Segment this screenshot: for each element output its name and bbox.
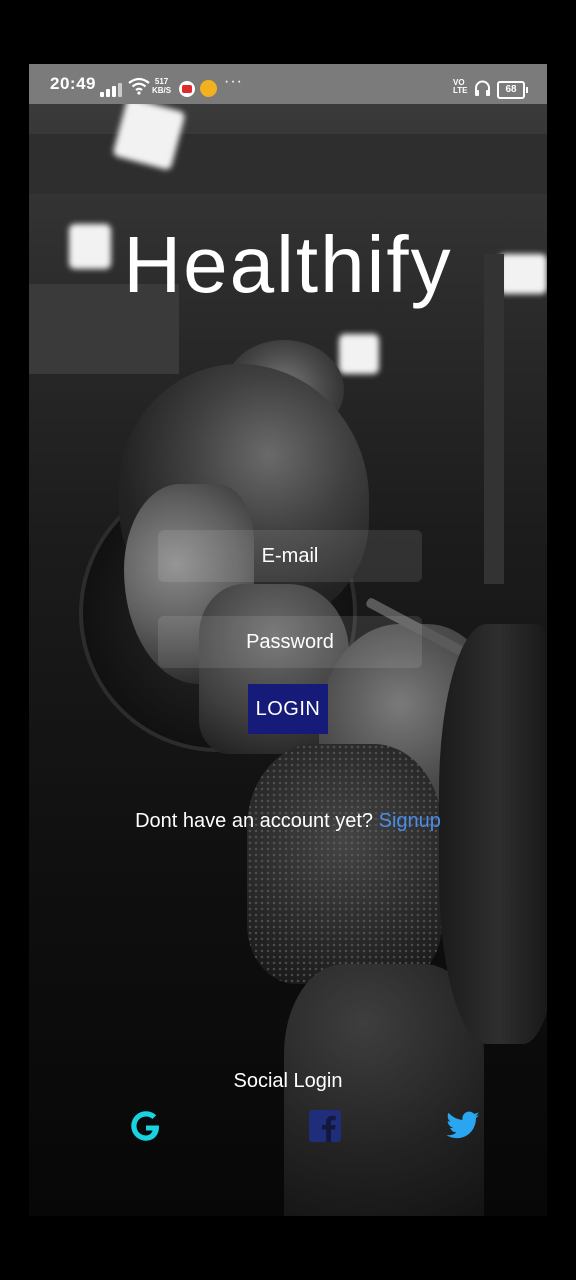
battery-indicator: 68 xyxy=(497,81,528,99)
more-notifications-icon: ··· xyxy=(224,73,243,90)
twitter-icon[interactable] xyxy=(445,1108,481,1144)
password-field[interactable] xyxy=(158,616,422,668)
net-speed-unit: KB/S xyxy=(152,86,172,95)
status-bar: 20:49 517 KB/S ··· VO LTE 68 xyxy=(29,64,547,104)
login-button[interactable]: LOGIN xyxy=(248,684,328,734)
net-speed: 517 KB/S xyxy=(152,77,171,95)
signup-prompt-row: Dont have an account yet? Signup xyxy=(29,810,547,833)
signup-link[interactable]: Signup xyxy=(379,810,441,832)
google-icon[interactable] xyxy=(128,1108,164,1144)
net-speed-value: 517 xyxy=(154,77,169,86)
phone-screen: 20:49 517 KB/S ··· VO LTE 68 Healthify E… xyxy=(29,64,547,1216)
signup-prompt: Dont have an account yet? xyxy=(135,810,374,832)
status-time: 20:49 xyxy=(50,74,96,93)
headphones-icon xyxy=(475,80,490,96)
app-title: Healthify xyxy=(123,220,453,309)
youtube-notification-icon xyxy=(179,81,195,97)
volte-indicator: VO LTE xyxy=(453,79,468,95)
social-login-label: Social Login xyxy=(233,1070,343,1092)
facebook-icon[interactable] xyxy=(307,1108,343,1144)
volte-bottom: LTE xyxy=(453,86,468,95)
email-field[interactable] xyxy=(158,530,422,582)
signal-icon xyxy=(100,81,122,97)
bulb-notification-icon xyxy=(200,80,217,97)
wifi-icon xyxy=(128,77,150,95)
